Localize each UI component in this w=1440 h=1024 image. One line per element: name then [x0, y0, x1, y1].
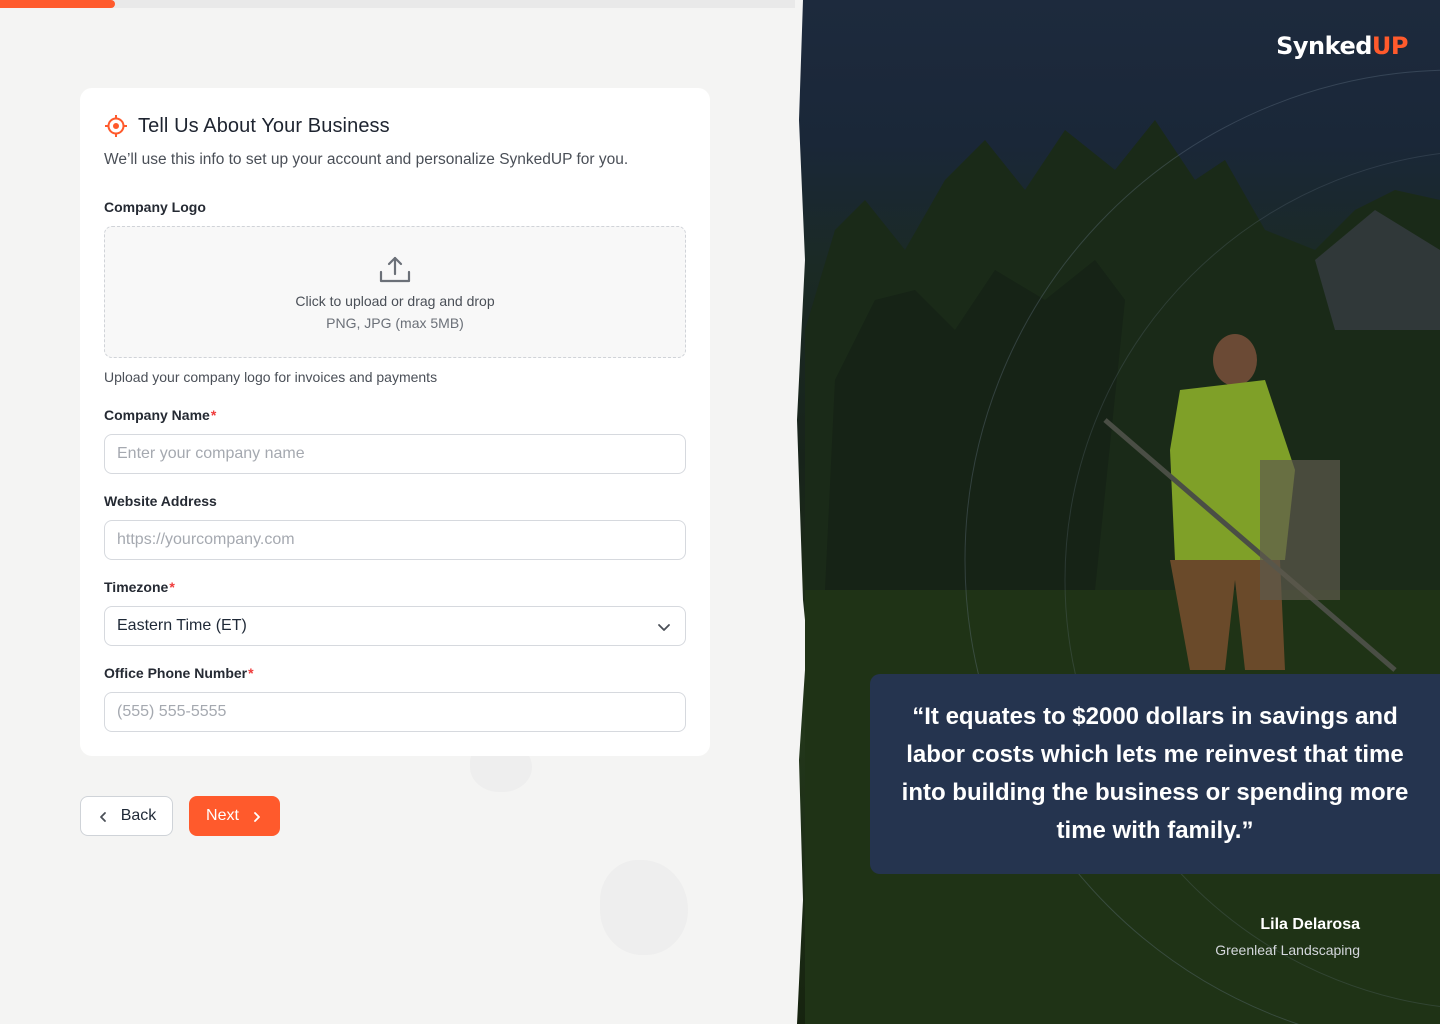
target-icon	[104, 114, 128, 138]
company-name-input[interactable]	[104, 434, 686, 474]
synkedup-logo: SynkedUP	[1276, 32, 1408, 60]
phone-input[interactable]	[104, 692, 686, 732]
testimonial-company: Greenleaf Landscaping	[1215, 942, 1360, 958]
upload-instruction: Click to upload or drag and drop	[295, 293, 495, 309]
company-name-label: Company Name*	[104, 407, 217, 423]
chevron-down-icon	[657, 620, 671, 634]
testimonial-quote: “It equates to $2000 dollars in savings …	[901, 703, 1409, 844]
page-subtitle: We’ll use this info to set up your accou…	[104, 151, 629, 168]
quote-box: “It equates to $2000 dollars in savings …	[870, 674, 1440, 874]
timezone-select[interactable]: Eastern Time (ET)	[104, 606, 686, 646]
next-button[interactable]: Next	[189, 796, 280, 836]
progress-track	[0, 0, 800, 8]
card-header: Tell Us About Your Business	[104, 114, 390, 138]
phone-label: Office Phone Number*	[104, 665, 254, 681]
back-button-label: Back	[120, 807, 157, 824]
chevron-left-icon	[97, 810, 109, 822]
next-button-label: Next	[206, 807, 239, 824]
timezone-label: Timezone*	[104, 579, 175, 595]
background-texture	[600, 860, 688, 955]
testimonial-author: Lila Delarosa	[1260, 916, 1360, 933]
website-label: Website Address	[104, 493, 217, 509]
company-logo-label: Company Logo	[104, 199, 206, 215]
upload-icon	[378, 255, 412, 285]
chevron-right-icon	[251, 810, 263, 822]
timezone-selected-value: Eastern Time (ET)	[117, 617, 247, 634]
page-title: Tell Us About Your Business	[138, 114, 390, 137]
testimonial-panel: SynkedUP “It equates to $2000 dollars in…	[795, 0, 1440, 1024]
website-input[interactable]	[104, 520, 686, 560]
logo-hint: Upload your company logo for invoices an…	[104, 369, 438, 385]
back-button[interactable]: Back	[80, 796, 173, 836]
progress-fill	[0, 0, 116, 8]
logo-dropzone[interactable]: Click to upload or drag and drop PNG, JP…	[104, 226, 686, 358]
business-info-card: Tell Us About Your Business We’ll use th…	[80, 88, 710, 756]
upload-formats: PNG, JPG (max 5MB)	[326, 315, 464, 331]
